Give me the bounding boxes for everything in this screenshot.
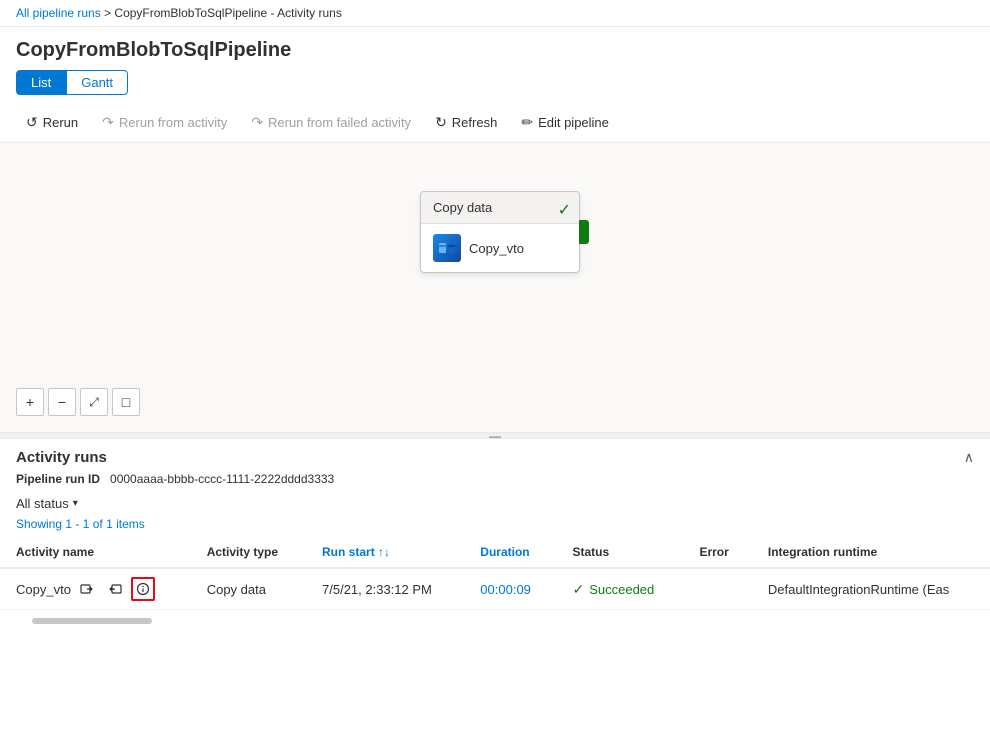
action-icons bbox=[75, 577, 155, 601]
col-integration-runtime: Integration runtime bbox=[752, 537, 990, 568]
fit-screen-button[interactable]: ⤢ bbox=[80, 388, 108, 416]
activity-runs-table: Activity name Activity type Run start ↑↓… bbox=[0, 537, 990, 610]
rerun-from-failed-icon: ↷ bbox=[251, 114, 263, 131]
pipeline-run-id-row: Pipeline run ID 0000aaaa-bbbb-cccc-1111-… bbox=[0, 470, 990, 492]
pipeline-node[interactable]: Copy data ✓ Copy_vto bbox=[420, 191, 580, 273]
cell-error bbox=[683, 568, 751, 610]
details-icon-button[interactable] bbox=[131, 577, 155, 601]
node-body: Copy_vto bbox=[421, 224, 579, 272]
refresh-icon: ↻ bbox=[435, 114, 447, 131]
node-name: Copy_vto bbox=[469, 241, 524, 256]
status-filter-button[interactable]: All status ▾ bbox=[16, 496, 78, 511]
col-status: Status bbox=[556, 537, 683, 568]
refresh-button[interactable]: ↻ Refresh bbox=[425, 109, 507, 136]
output-icon-button[interactable] bbox=[103, 577, 127, 601]
cell-status: ✓ Succeeded bbox=[556, 568, 683, 610]
showing-text: Showing 1 - 1 of 1 items bbox=[0, 515, 990, 537]
cell-activity-type: Copy data bbox=[191, 568, 306, 610]
cell-integration-runtime: DefaultIntegrationRuntime (Eas bbox=[752, 568, 990, 610]
page-title: CopyFromBlobToSqlPipeline bbox=[0, 27, 990, 70]
col-run-start[interactable]: Run start ↑↓ bbox=[306, 537, 464, 568]
col-activity-type: Activity type bbox=[191, 537, 306, 568]
col-activity-name: Activity name bbox=[0, 537, 191, 568]
section-title: Activity runs bbox=[16, 449, 107, 466]
col-duration[interactable]: Duration bbox=[464, 537, 556, 568]
col-error: Error bbox=[683, 537, 751, 568]
node-right-indicator bbox=[579, 220, 589, 244]
chevron-down-icon: ▾ bbox=[73, 498, 78, 509]
table-row: Copy_vto bbox=[0, 568, 990, 610]
list-view-button[interactable]: List bbox=[16, 70, 66, 95]
toolbar: ↺ Rerun ↷ Rerun from activity ↷ Rerun fr… bbox=[0, 103, 990, 143]
gantt-view-button[interactable]: Gantt bbox=[66, 70, 128, 95]
input-icon-button[interactable] bbox=[75, 577, 99, 601]
node-activity-icon bbox=[433, 234, 461, 262]
filter-row: All status ▾ bbox=[0, 492, 990, 515]
breadcrumb: All pipeline runs > CopyFromBlobToSqlPip… bbox=[0, 0, 990, 27]
edit-icon: ✏ bbox=[521, 114, 533, 131]
rerun-icon: ↺ bbox=[26, 114, 38, 131]
node-header: Copy data ✓ bbox=[421, 192, 579, 224]
view-toggle-group: List Gantt bbox=[0, 70, 990, 103]
rerun-button[interactable]: ↺ Rerun bbox=[16, 109, 88, 136]
sort-icon: ↑↓ bbox=[378, 545, 390, 559]
zoom-in-button[interactable]: + bbox=[16, 388, 44, 416]
node-box: Copy data ✓ Copy_vto bbox=[420, 191, 580, 273]
canvas-controls: + − ⤢ □ bbox=[16, 388, 140, 416]
cell-duration: 00:00:09 bbox=[464, 568, 556, 610]
cell-activity-name: Copy_vto bbox=[0, 568, 191, 610]
rerun-from-failed-button[interactable]: ↷ Rerun from failed activity bbox=[241, 109, 421, 136]
horizontal-scrollbar[interactable] bbox=[32, 618, 152, 624]
breadcrumb-link-all-pipelines[interactable]: All pipeline runs bbox=[16, 6, 101, 20]
table-header-row: Activity name Activity type Run start ↑↓… bbox=[0, 537, 990, 568]
edit-pipeline-button[interactable]: ✏ Edit pipeline bbox=[511, 109, 619, 136]
zoom-out-button[interactable]: − bbox=[48, 388, 76, 416]
table-header: Activity name Activity type Run start ↑↓… bbox=[0, 537, 990, 568]
rerun-from-activity-button[interactable]: ↷ Rerun from activity bbox=[92, 109, 237, 136]
expand-button[interactable]: □ bbox=[112, 388, 140, 416]
cell-run-start: 7/5/21, 2:33:12 PM bbox=[306, 568, 464, 610]
node-success-icon: ✓ bbox=[558, 200, 571, 220]
status-success-icon: ✓ bbox=[572, 581, 584, 598]
collapse-button[interactable]: ∧ bbox=[964, 449, 974, 466]
activity-runs-section: Activity runs ∧ Pipeline run ID 0000aaaa… bbox=[0, 439, 990, 632]
pipeline-canvas: Copy data ✓ Copy_vto + − ⤢ □ bbox=[0, 143, 990, 433]
table-body: Copy_vto bbox=[0, 568, 990, 610]
rerun-from-activity-icon: ↷ bbox=[102, 114, 114, 131]
section-header: Activity runs ∧ bbox=[0, 439, 990, 470]
